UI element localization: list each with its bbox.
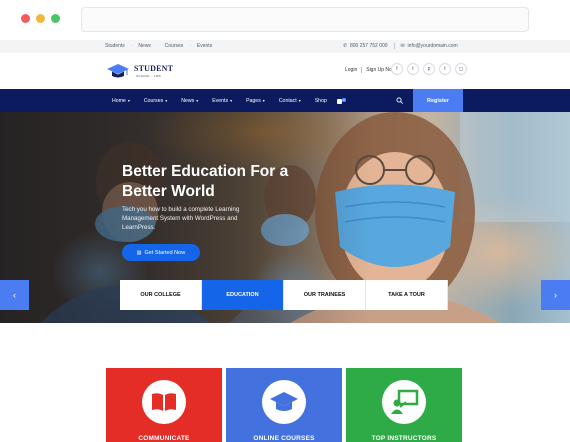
graduation-cap-icon	[270, 392, 298, 411]
nav-item-shop[interactable]: Shop	[315, 98, 327, 104]
minimize-window-button[interactable]	[36, 14, 45, 23]
browser-chrome	[0, 0, 570, 40]
instagram-icon[interactable]: ◻	[455, 63, 467, 75]
search-icon[interactable]	[396, 97, 403, 104]
chevron-down-icon: ▾	[196, 98, 199, 103]
logo-wordmark: STUDENT	[134, 64, 174, 73]
top-bar: Students · News · Courses · Events ✆ 800…	[0, 40, 570, 53]
social-links: f t p t ◻	[391, 63, 467, 75]
top-link-events[interactable]: Events	[197, 43, 212, 49]
chevron-down-icon: ▾	[262, 98, 265, 103]
nav-item-label: Events	[212, 97, 229, 104]
icon-circle	[262, 380, 306, 424]
divider: ·	[130, 43, 133, 49]
chevron-down-icon: ▾	[165, 98, 168, 103]
top-link-news[interactable]: News	[138, 43, 151, 49]
pinterest-icon[interactable]: p	[423, 63, 435, 75]
nav-item-courses[interactable]: Courses ▾	[144, 98, 167, 104]
tumblr-icon[interactable]: t	[439, 63, 451, 75]
nav-item-label: Shop	[314, 97, 327, 104]
logo[interactable]: STUDENT SCHOOL · LMS	[106, 61, 173, 83]
hero-subtitle: Tech you how to build a complete Learnin…	[122, 206, 240, 231]
site-header: STUDENT SCHOOL · LMS Login Sign Up Now f…	[0, 53, 570, 90]
book-icon	[152, 393, 176, 411]
book-icon: ▤	[136, 249, 142, 256]
phone[interactable]: ✆ 800 257 752 000	[343, 43, 388, 49]
maximize-window-button[interactable]	[51, 14, 60, 23]
feature-label: TOP INSTRUCTORS	[371, 435, 437, 442]
graduation-cap-logo-icon	[107, 64, 129, 78]
nav-item-events[interactable]: Events ▾	[212, 98, 232, 104]
icon-circle	[382, 380, 426, 424]
feature-card-communicate[interactable]: COMMUNICATE	[106, 368, 222, 442]
nav-item-contact[interactable]: Contact ▾	[279, 98, 301, 104]
phone-icon: ✆	[343, 42, 348, 49]
feature-label: COMMUNICATE	[138, 435, 190, 442]
feature-label: ONLINE COURSES	[253, 435, 315, 442]
feature-cards: COMMUNICATE ONLINE COURSES TOP INSTRUCTO…	[106, 368, 462, 442]
tab-take-a-tour[interactable]: TAKE A TOUR	[366, 280, 448, 310]
nav-item-pages[interactable]: Pages ▾	[246, 98, 265, 104]
top-links: Students · News · Courses · Events	[105, 43, 218, 49]
chevron-down-icon: ▾	[298, 98, 301, 103]
hero-tabs: OUR COLLEGE EDUCATION OUR TRAINEES TAKE …	[120, 280, 448, 310]
get-started-button[interactable]: ▤ Get Started Now	[122, 244, 200, 261]
cart-button[interactable]: 0	[337, 97, 346, 104]
get-started-label: Get Started Now	[144, 249, 186, 256]
nav-item-label: Courses	[143, 97, 164, 104]
envelope-icon: ✉	[400, 42, 405, 49]
chevron-left-icon: ‹	[13, 290, 16, 300]
nav-item-home[interactable]: Home ▾	[112, 98, 130, 104]
hero-title: Better Education For a Better World	[122, 163, 289, 200]
email[interactable]: ✉ info@yourdomain.com	[401, 43, 458, 49]
nav-item-label: Home	[112, 97, 126, 104]
feature-card-online-courses[interactable]: ONLINE COURSES	[226, 368, 342, 442]
nav-item-label: Pages	[246, 97, 261, 104]
auth-links: Login Sign Up Now	[345, 67, 395, 73]
divider	[361, 67, 363, 73]
twitter-icon[interactable]: t	[407, 63, 419, 75]
nav-item-label: News	[181, 97, 195, 104]
nav-menu: Home ▾ Courses ▾ News ▾ Events ▾ Pages ▾ Cont…	[112, 89, 327, 112]
cart-count-badge: 0	[342, 98, 346, 102]
page: Students · News · Courses · Events ✆ 800…	[0, 0, 570, 442]
chevron-down-icon: ▾	[230, 98, 233, 103]
chevron-down-icon: ▾	[127, 98, 130, 103]
top-link-courses[interactable]: Courses	[165, 43, 184, 49]
tab-education[interactable]: EDUCATION	[202, 280, 284, 310]
icon-circle	[142, 380, 186, 424]
close-window-button[interactable]	[21, 14, 30, 23]
contact-info: ✆ 800 257 752 000 ✉ info@yourdomain.com	[343, 43, 464, 49]
divider: ·	[189, 43, 191, 49]
divider: ·	[156, 43, 159, 49]
tab-our-college[interactable]: OUR COLLEGE	[120, 280, 202, 310]
divider	[393, 43, 395, 49]
top-link-students[interactable]: Students	[105, 43, 125, 49]
phone-number: 800 257 752 000	[350, 43, 388, 49]
nav-item-news[interactable]: News ▾	[181, 98, 198, 104]
tab-our-trainees[interactable]: OUR TRAINEES	[284, 280, 366, 310]
login-link[interactable]: Login	[345, 67, 357, 73]
facebook-icon[interactable]: f	[391, 63, 403, 75]
feature-card-top-instructors[interactable]: TOP INSTRUCTORS	[346, 368, 462, 442]
slider-next-button[interactable]: ›	[541, 280, 570, 310]
register-button[interactable]: Register	[413, 89, 463, 112]
teacher-board-icon	[391, 389, 419, 414]
nav-item-label: Contact	[278, 97, 297, 104]
address-bar[interactable]	[81, 7, 529, 32]
main-nav: Home ▾ Courses ▾ News ▾ Events ▾ Pages ▾ Cont…	[0, 89, 570, 112]
chevron-right-icon: ›	[554, 290, 557, 300]
slider-prev-button[interactable]: ‹	[0, 280, 29, 310]
logo-tagline: SCHOOL · LMS	[136, 74, 161, 78]
email-address: info@yourdomain.com	[407, 43, 458, 49]
